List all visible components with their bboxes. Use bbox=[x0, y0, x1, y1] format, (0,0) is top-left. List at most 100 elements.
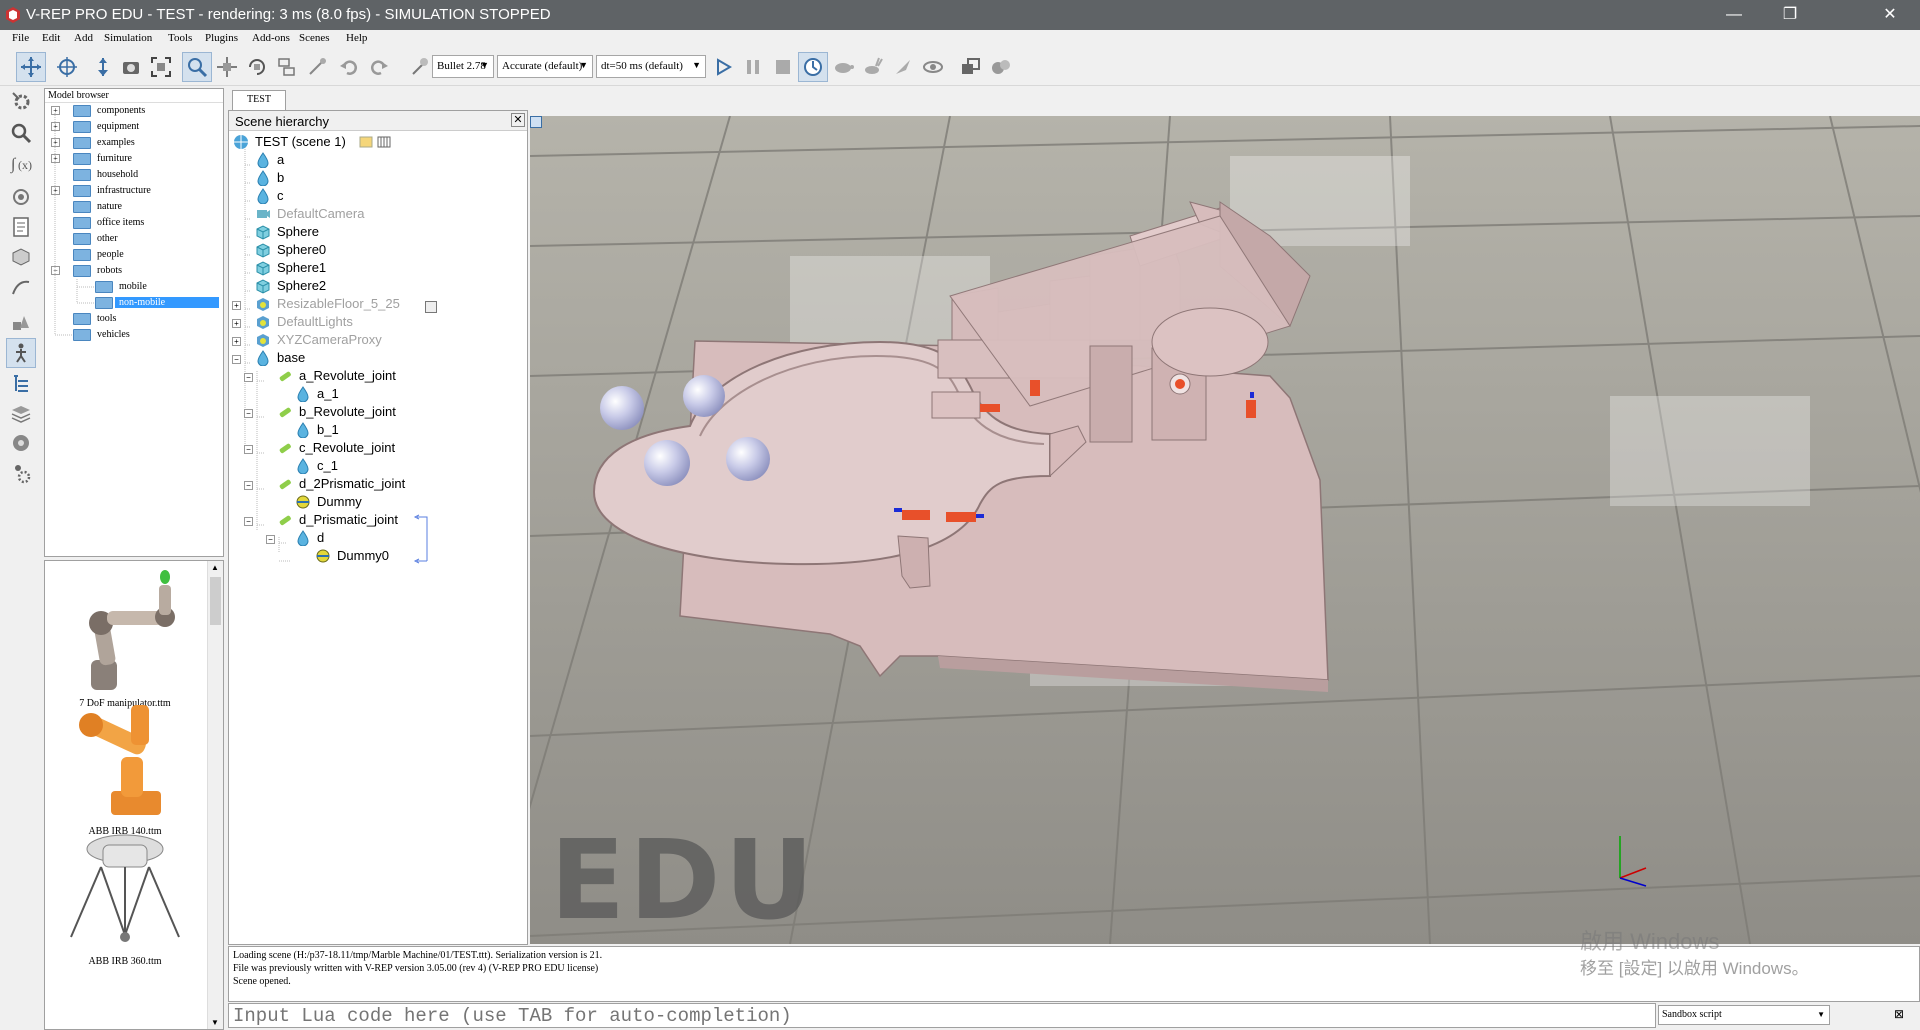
camera-rotate-icon[interactable] bbox=[52, 52, 82, 82]
menu-edit[interactable]: Edit bbox=[42, 32, 60, 44]
expand-icon[interactable]: + bbox=[51, 154, 60, 163]
expand-icon[interactable]: + bbox=[51, 186, 60, 195]
collapse-icon[interactable]: − bbox=[232, 355, 241, 364]
hierarchy-item-label: a bbox=[277, 152, 285, 167]
expand-icon[interactable]: + bbox=[51, 138, 60, 147]
menu-addons[interactable]: Add-ons bbox=[252, 32, 290, 44]
restore-button[interactable]: ❐ bbox=[1762, 0, 1818, 30]
menu-plugins[interactable]: Plugins bbox=[205, 32, 238, 44]
model-browser-toggle-icon[interactable] bbox=[6, 338, 36, 368]
assembly-icon[interactable] bbox=[272, 52, 302, 82]
transfer-dna-icon[interactable] bbox=[302, 52, 332, 82]
3d-viewport[interactable]: EDU bbox=[530, 116, 1920, 944]
model-thumbnail[interactable]: 7 DoF manipulator.ttm bbox=[51, 565, 199, 709]
menu-help[interactable]: Help bbox=[346, 32, 367, 44]
video-recorder-icon[interactable] bbox=[6, 428, 36, 458]
scene-hierarchy-toggle-icon[interactable] bbox=[6, 368, 36, 398]
model-folder-mobile[interactable]: mobile bbox=[45, 279, 223, 295]
model-folder-examples[interactable]: + examples bbox=[45, 135, 223, 151]
undo-icon[interactable] bbox=[334, 52, 364, 82]
simulation-settings-icon[interactable] bbox=[6, 86, 36, 116]
threaded-rendering-icon[interactable] bbox=[888, 52, 918, 82]
lua-command-input[interactable] bbox=[228, 1003, 1656, 1028]
scroll-up-icon[interactable]: ▲ bbox=[211, 563, 219, 572]
expand-icon[interactable]: + bbox=[232, 337, 241, 346]
expand-icon[interactable]: + bbox=[232, 301, 241, 310]
camera-shift-icon[interactable] bbox=[88, 52, 118, 82]
view-select-icon[interactable] bbox=[530, 116, 542, 128]
script-selector[interactable]: Sandbox script ▼ bbox=[1658, 1005, 1830, 1025]
accuracy-select[interactable]: Accurate (default) ▼ bbox=[497, 55, 593, 78]
menu-tools[interactable]: Tools bbox=[168, 32, 192, 44]
layers-icon[interactable] bbox=[6, 398, 36, 428]
model-folder-nature[interactable]: nature bbox=[45, 199, 223, 215]
model-thumbnail[interactable]: ABB IRB 360.ttm bbox=[51, 827, 199, 967]
customization-script-icon[interactable] bbox=[377, 135, 391, 149]
model-folder-components[interactable]: + components bbox=[45, 103, 223, 119]
scene-script-icon[interactable] bbox=[359, 135, 373, 149]
path-edit-icon[interactable] bbox=[6, 272, 36, 302]
model-folder-vehicles[interactable]: vehicles bbox=[45, 327, 223, 343]
scroll-thumb[interactable] bbox=[210, 577, 221, 625]
model-folder-infrastructure[interactable]: + infrastructure bbox=[45, 183, 223, 199]
model-folder-people[interactable]: people bbox=[45, 247, 223, 263]
faster-rabbit-icon[interactable] bbox=[858, 52, 888, 82]
model-folder-household[interactable]: household bbox=[45, 167, 223, 183]
physics-engine-select[interactable]: Bullet 2.78 ▼ bbox=[432, 55, 494, 78]
click-select-icon[interactable] bbox=[182, 52, 212, 82]
collapse-icon[interactable]: − bbox=[244, 409, 253, 418]
collapse-icon[interactable]: − bbox=[266, 535, 275, 544]
camera-angle-icon[interactable] bbox=[116, 52, 146, 82]
pause-icon[interactable] bbox=[738, 52, 768, 82]
console-close-icon[interactable]: ⊠ bbox=[1892, 1007, 1906, 1021]
collections-icon[interactable] bbox=[6, 182, 36, 212]
model-folder-robots[interactable]: − robots bbox=[45, 263, 223, 279]
model-thumbnail[interactable]: ABB IRB 140.ttm bbox=[51, 697, 199, 837]
calculation-modules-icon[interactable]: ∫ (x) bbox=[6, 148, 36, 178]
expand-icon[interactable]: + bbox=[232, 319, 241, 328]
camera-pan-icon[interactable] bbox=[16, 52, 46, 82]
model-folder-tools[interactable]: tools bbox=[45, 311, 223, 327]
collapse-icon[interactable]: − bbox=[244, 373, 253, 382]
collapse-icon[interactable]: − bbox=[244, 517, 253, 526]
visualization-eye-icon[interactable] bbox=[918, 52, 948, 82]
model-folder-other[interactable]: other bbox=[45, 231, 223, 247]
model-folder-non-mobile[interactable]: non-mobile bbox=[45, 295, 223, 311]
user-settings-icon[interactable] bbox=[6, 458, 36, 488]
thumbnails-scrollbar[interactable]: ▲ ▼ bbox=[207, 561, 223, 1029]
fit-to-view-icon[interactable] bbox=[146, 52, 176, 82]
realtime-icon[interactable] bbox=[798, 52, 828, 82]
close-button[interactable]: ✕ bbox=[1862, 0, 1918, 30]
model-folder-equipment[interactable]: + equipment bbox=[45, 119, 223, 135]
menu-scenes[interactable]: Scenes bbox=[299, 32, 330, 44]
minimize-button[interactable]: — bbox=[1706, 0, 1762, 30]
slower-turtle-icon[interactable] bbox=[828, 52, 858, 82]
child-script-icon[interactable] bbox=[425, 301, 437, 313]
expand-icon[interactable]: + bbox=[51, 122, 60, 131]
model-folder-office-items[interactable]: office items bbox=[45, 215, 223, 231]
expand-icon[interactable]: + bbox=[51, 106, 60, 115]
redo-icon[interactable] bbox=[364, 52, 394, 82]
collapse-icon[interactable]: − bbox=[244, 481, 253, 490]
tab-test-scene[interactable]: TEST bbox=[232, 90, 286, 110]
model-folder-furniture[interactable]: + furniture bbox=[45, 151, 223, 167]
stop-icon[interactable] bbox=[768, 52, 798, 82]
object-properties-icon[interactable] bbox=[6, 118, 36, 148]
close-icon[interactable]: ✕ bbox=[511, 113, 525, 127]
menu-file[interactable]: File bbox=[12, 32, 29, 44]
collapse-icon[interactable]: − bbox=[51, 266, 60, 275]
collapse-icon[interactable]: − bbox=[244, 445, 253, 454]
timestep-select[interactable]: dt=50 ms (default) ▼ bbox=[596, 55, 706, 78]
scroll-down-icon[interactable]: ▼ bbox=[211, 1018, 219, 1027]
selection-icon[interactable] bbox=[6, 308, 36, 338]
page-selector-icon[interactable] bbox=[986, 52, 1016, 82]
scripts-icon[interactable] bbox=[6, 212, 36, 242]
object-shift-icon[interactable] bbox=[212, 52, 242, 82]
scene-selector-icon[interactable] bbox=[956, 52, 986, 82]
object-rotate-icon[interactable] bbox=[242, 52, 272, 82]
shape-edit-icon[interactable] bbox=[6, 242, 36, 272]
play-icon[interactable] bbox=[708, 52, 738, 82]
menu-simulation[interactable]: Simulation bbox=[104, 32, 152, 44]
menu-add[interactable]: Add bbox=[74, 32, 93, 44]
dynamics-icon[interactable] bbox=[404, 52, 434, 82]
